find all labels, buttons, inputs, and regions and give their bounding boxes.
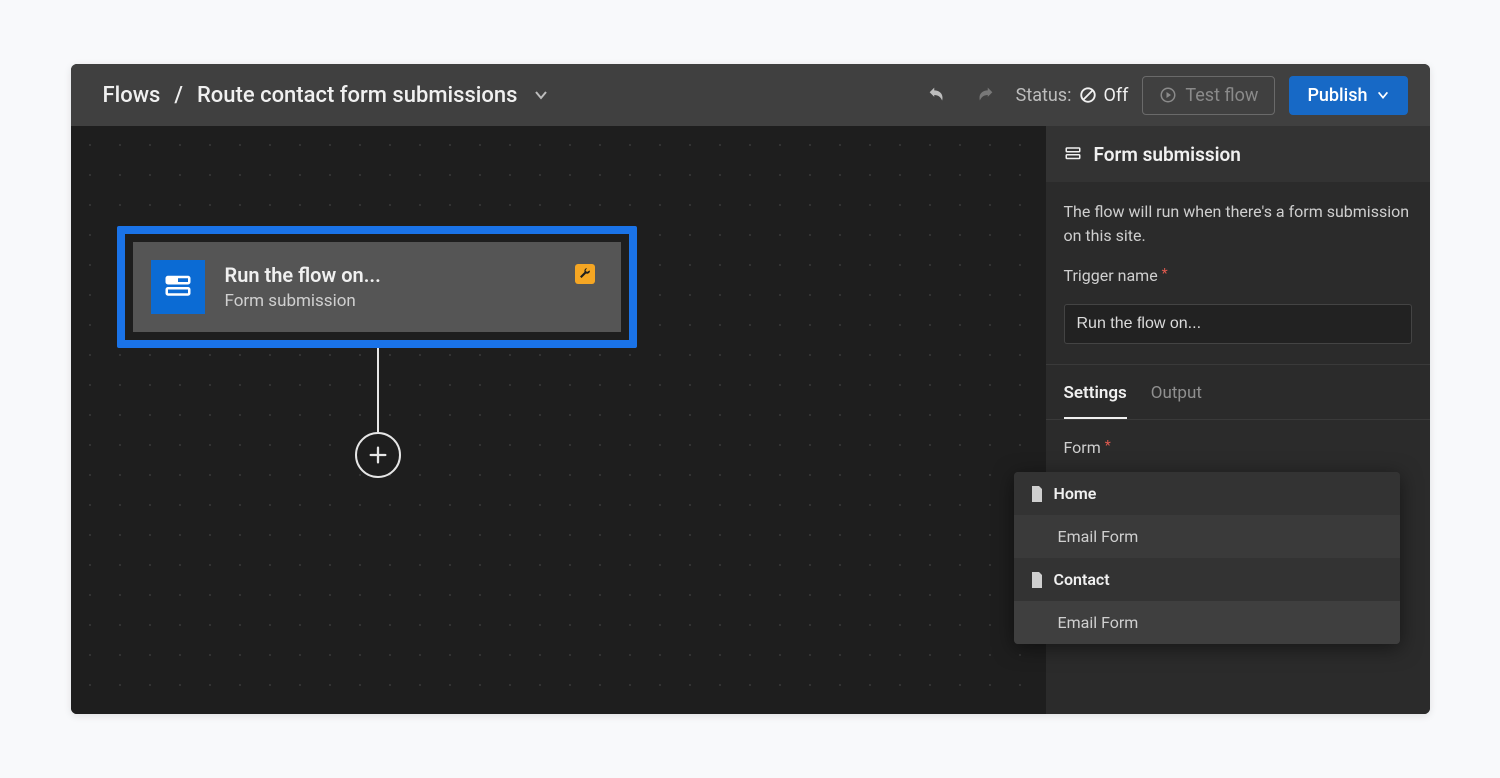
connector-line	[377, 348, 379, 432]
node-title: Run the flow on...	[225, 263, 381, 287]
prohibit-icon	[1079, 86, 1097, 104]
required-indicator: *	[1105, 438, 1111, 454]
dropdown-group-label: Contact	[1054, 570, 1110, 589]
dropdown-item[interactable]: Email Form	[1014, 515, 1400, 558]
toolbar: Flows / Route contact form submissions S…	[71, 64, 1430, 126]
status-value: Off	[1079, 85, 1128, 106]
redo-button[interactable]	[968, 78, 1002, 112]
status: Status: Off	[1016, 85, 1129, 106]
play-icon	[1159, 86, 1177, 104]
trigger-name-label: Trigger name	[1064, 266, 1158, 285]
breadcrumb[interactable]: Flows / Route contact form submissions	[103, 83, 552, 108]
publish-button[interactable]: Publish	[1289, 76, 1407, 115]
undo-button[interactable]	[920, 78, 954, 112]
page-icon	[1030, 486, 1044, 502]
dropdown-group-contact: Contact	[1014, 558, 1400, 601]
node-subtitle: Form submission	[225, 291, 381, 311]
required-indicator: *	[1162, 266, 1168, 282]
settings-body: Form*	[1046, 420, 1430, 475]
wrench-badge-icon	[575, 264, 595, 284]
panel-header: Form submission	[1046, 126, 1430, 182]
dropdown-group-label: Home	[1054, 484, 1097, 503]
dropdown-group-home: Home	[1014, 472, 1400, 515]
add-step-button[interactable]	[355, 432, 401, 478]
breadcrumb-root[interactable]: Flows	[103, 83, 161, 108]
trigger-name-input[interactable]	[1064, 304, 1412, 344]
tab-output[interactable]: Output	[1151, 383, 1202, 419]
node-text: Run the flow on... Form submission	[225, 263, 381, 311]
status-label: Status:	[1016, 85, 1072, 106]
breadcrumb-separator: /	[174, 83, 183, 108]
app-window: Flows / Route contact form submissions S…	[71, 64, 1430, 714]
form-dropdown[interactable]: Home Email Form Contact Email Form	[1014, 472, 1400, 644]
form-icon	[151, 260, 205, 314]
panel-description: The flow will run when there's a form su…	[1064, 200, 1412, 248]
panel-body: The flow will run when there's a form su…	[1046, 182, 1430, 365]
test-flow-label: Test flow	[1185, 85, 1258, 106]
chevron-down-icon	[1376, 88, 1390, 102]
main-area: Run the flow on... Form submission	[71, 126, 1430, 714]
page-icon	[1030, 572, 1044, 588]
form-field-label: Form	[1064, 438, 1101, 457]
chevron-down-icon[interactable]	[531, 85, 551, 105]
test-flow-button[interactable]: Test flow	[1142, 76, 1275, 115]
breadcrumb-current[interactable]: Route contact form submissions	[197, 83, 517, 108]
panel-title: Form submission	[1094, 143, 1241, 166]
flow-canvas[interactable]: Run the flow on... Form submission	[71, 126, 1046, 714]
status-text: Off	[1103, 85, 1128, 106]
dropdown-item[interactable]: Email Form	[1014, 601, 1400, 644]
trigger-node[interactable]: Run the flow on... Form submission	[125, 234, 629, 340]
publish-label: Publish	[1307, 85, 1367, 106]
form-icon	[1064, 145, 1082, 163]
inspector-panel: Form submission The flow will run when t…	[1046, 126, 1430, 714]
panel-tabs: Settings Output	[1046, 365, 1430, 420]
tab-settings[interactable]: Settings	[1064, 383, 1127, 419]
